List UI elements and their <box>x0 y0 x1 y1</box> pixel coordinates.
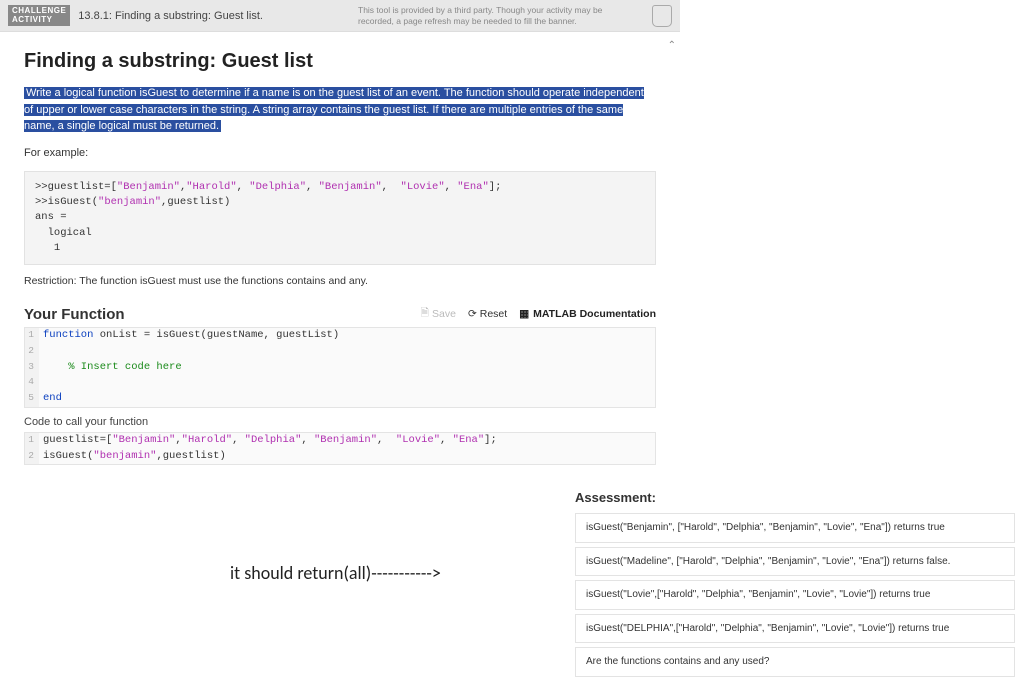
user-annotation-arrow: it should return(all)-----------> <box>230 562 441 584</box>
assessment-item[interactable]: isGuest("DELPHIA",["Harold", "Delphia", … <box>575 614 1015 644</box>
challenge-activity-tag: CHALLENGE ACTIVITY <box>8 5 70 27</box>
page-title: Finding a substring: Guest list <box>24 50 656 73</box>
assessment-item[interactable]: isGuest("Lovie",["Harold", "Delphia", "B… <box>575 580 1015 610</box>
third-party-notice: This tool is provided by a third party. … <box>358 5 638 25</box>
scrollbar-up-icon[interactable]: ⌃ <box>668 40 676 51</box>
code-to-call-heading: Code to call your function <box>24 416 656 428</box>
save-button[interactable]: 🗎 Save <box>421 305 456 323</box>
top-bar: CHALLENGE ACTIVITY 13.8.1: Finding a sub… <box>0 0 680 32</box>
editor-actions: 🗎 Save ⟳ Reset ▦ MATLAB Documentation <box>421 305 656 323</box>
function-section-header: Your Function 🗎 Save ⟳ Reset ▦ MATLAB Do… <box>24 305 656 323</box>
matlab-documentation-link[interactable]: ▦ MATLAB Documentation <box>519 308 656 320</box>
save-label: Save <box>432 308 456 320</box>
activity-title: 13.8.1: Finding a substring: Guest list. <box>78 10 263 22</box>
reset-icon: ⟳ <box>468 308 477 320</box>
for-example-label: For example: <box>24 145 656 162</box>
assessment-item[interactable]: Are the functions contains and any used? <box>575 647 1015 677</box>
assessment-item[interactable]: isGuest("Madeline", ["Harold", "Delphia"… <box>575 547 1015 577</box>
highlighted-instructions: Write a logical function isGuest to dete… <box>24 87 644 132</box>
assessment-heading: Assessment: <box>575 490 1015 505</box>
challenge-tag-line2: ACTIVITY <box>12 16 66 25</box>
problem-statement: Write a logical function isGuest to dete… <box>24 85 656 135</box>
reset-label: Reset <box>480 308 507 320</box>
doc-label: MATLAB Documentation <box>533 308 656 320</box>
assessment-panel: Assessment: isGuest("Benjamin", ["Harold… <box>575 490 1015 681</box>
caller-editor[interactable]: 1guestlist=["Benjamin","Harold", "Delphi… <box>24 432 656 466</box>
grid-icon: ▦ <box>519 308 529 320</box>
main-panel: CHALLENGE ACTIVITY 13.8.1: Finding a sub… <box>0 0 680 480</box>
example-code-block: >>guestlist=["Benjamin","Harold", "Delph… <box>24 171 656 265</box>
content-area: ⌃ Finding a substring: Guest list Write … <box>0 32 680 480</box>
restriction-text: Restriction: The function isGuest must u… <box>24 275 656 287</box>
your-function-heading: Your Function <box>24 306 125 323</box>
function-editor[interactable]: 1function onList = isGuest(guestName, gu… <box>24 327 656 408</box>
save-icon: 🗎 <box>421 305 429 323</box>
shield-icon <box>652 5 672 27</box>
assessment-item[interactable]: isGuest("Benjamin", ["Harold", "Delphia"… <box>575 513 1015 543</box>
reset-button[interactable]: ⟳ Reset <box>468 308 507 320</box>
